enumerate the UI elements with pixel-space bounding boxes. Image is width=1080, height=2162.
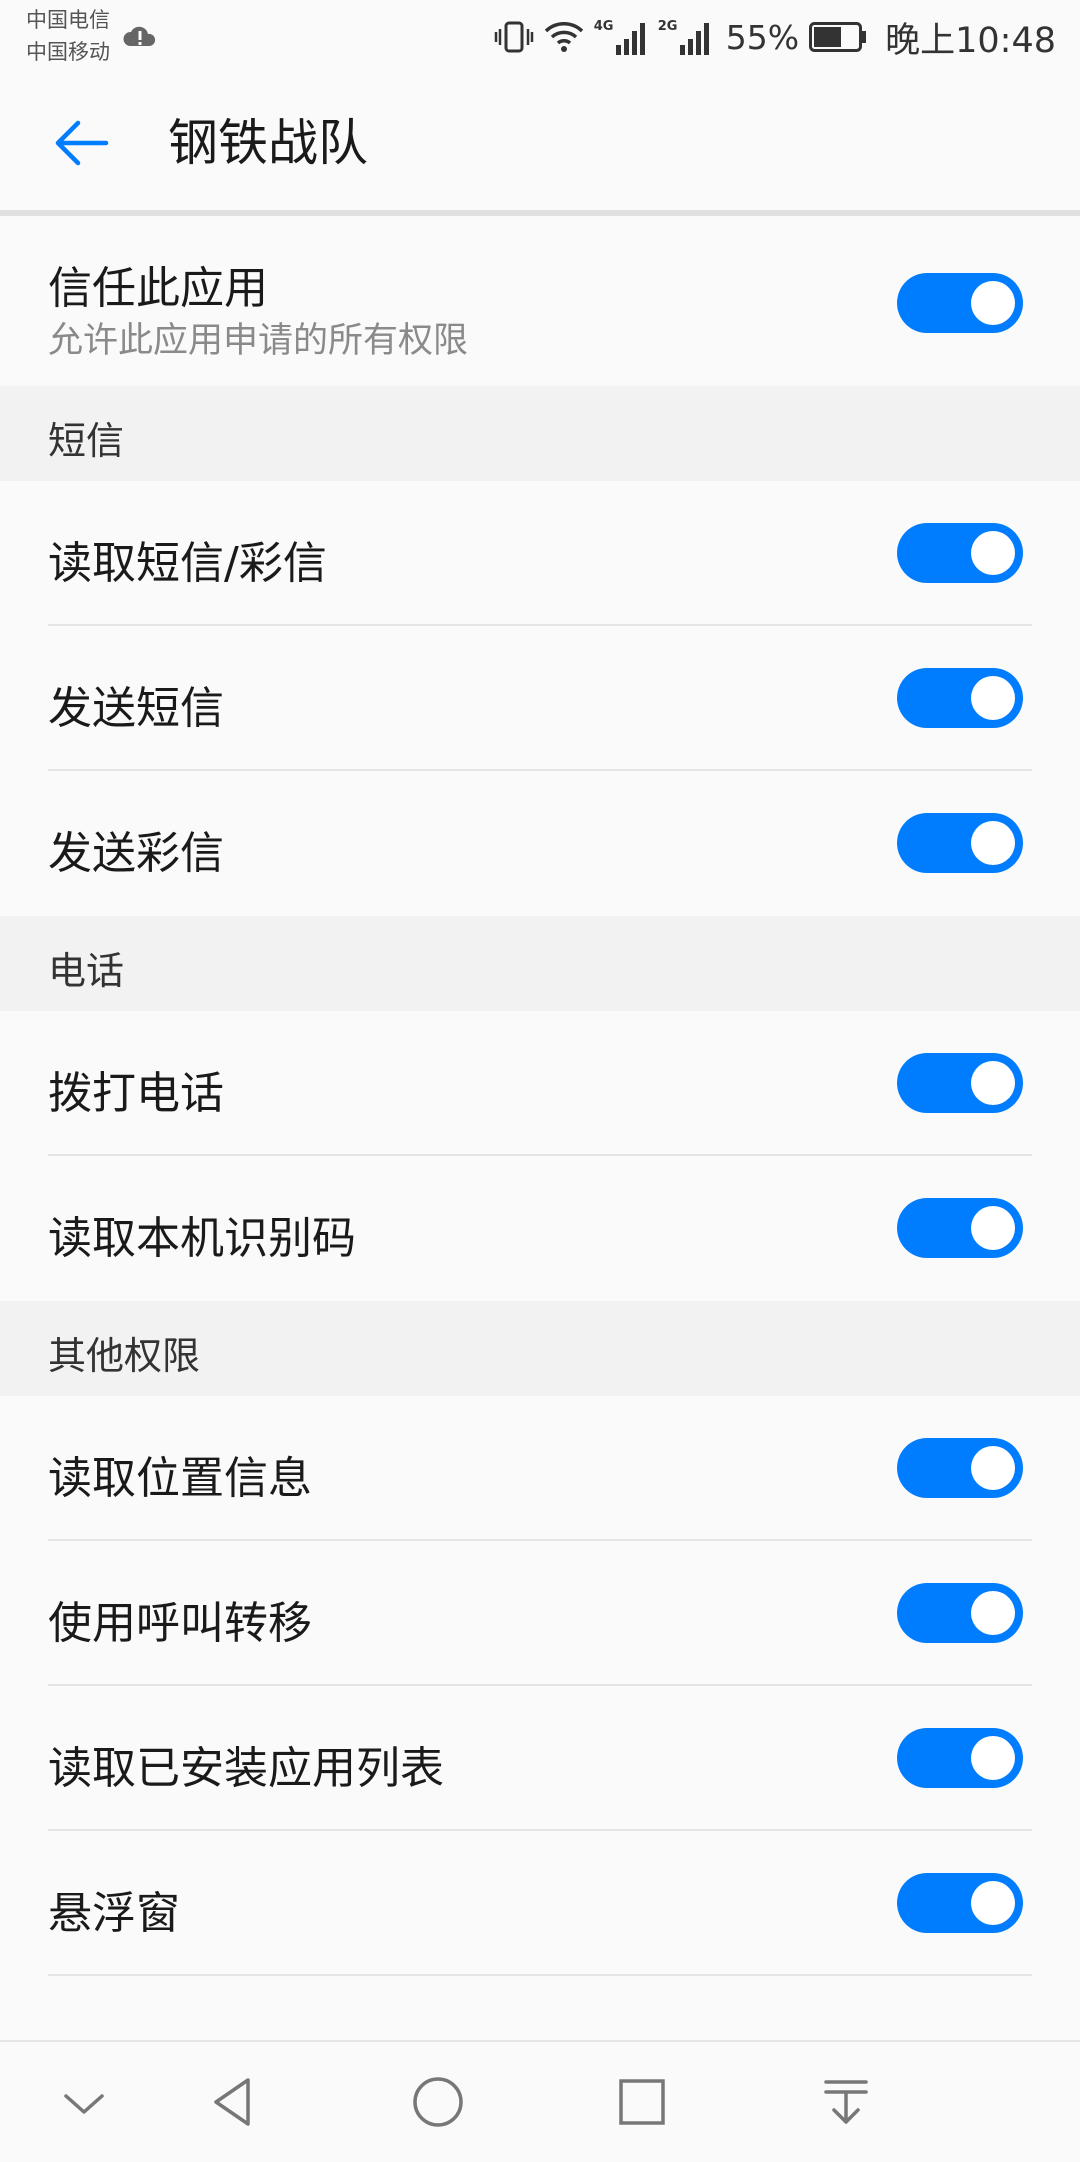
permission-row[interactable]: 读取位置信息 [0, 1396, 1080, 1541]
wifi-icon [544, 22, 583, 52]
toggle-knob [971, 676, 1015, 720]
permission-label: 使用呼叫转移 [48, 1598, 312, 1649]
toggle-knob [971, 1736, 1015, 1780]
permission-toggle[interactable] [897, 668, 1023, 728]
battery-icon [809, 22, 867, 52]
toggle-knob [971, 821, 1015, 865]
permission-label: 读取已安装应用列表 [48, 1743, 444, 1794]
toggle-knob [971, 1881, 1015, 1925]
toggle-knob [971, 281, 1015, 325]
permission-label: 读取位置信息 [48, 1453, 312, 1504]
back-arrow-icon[interactable] [52, 113, 112, 173]
permission-row[interactable]: 读取已安装应用列表 [0, 1686, 1080, 1831]
permission-label: 发送彩信 [48, 828, 224, 879]
permission-toggle[interactable] [897, 1053, 1023, 1113]
section-title: 其他权限 [48, 1334, 201, 1378]
signal-2g: 2G [658, 17, 712, 57]
vibrate-icon [494, 21, 534, 53]
nav-back-icon[interactable] [204, 2072, 264, 2132]
permission-label: 悬浮窗 [48, 1888, 180, 1939]
toggle-knob [971, 531, 1015, 575]
trust-app-row[interactable]: 信任此应用 允许此应用申请的所有权限 [0, 216, 1080, 386]
permission-toggle[interactable] [897, 523, 1023, 583]
permission-toggle[interactable] [897, 1873, 1023, 1933]
permission-label: 读取短信/彩信 [48, 538, 327, 589]
toggle-knob [971, 1591, 1015, 1635]
signal-icon [615, 23, 645, 55]
toggle-knob [971, 1446, 1015, 1490]
divider [48, 1974, 1032, 1976]
carrier-1: 中国电信 [26, 8, 110, 32]
nav-home-icon[interactable] [408, 2072, 468, 2132]
permission-toggle[interactable] [897, 1728, 1023, 1788]
permission-row[interactable]: 读取短信/彩信 [0, 481, 1080, 626]
toggle-knob [971, 1061, 1015, 1105]
system-nav-bar [0, 2040, 1080, 2162]
nav-recents-icon[interactable] [612, 2072, 672, 2132]
permission-label: 发送短信 [48, 683, 224, 734]
clock: 晚上10:48 [885, 20, 1056, 61]
battery-percent: 55% [725, 17, 800, 57]
permission-label: 拨打电话 [48, 1068, 224, 1119]
app-bar: 钢铁战队 [0, 75, 1080, 210]
permission-row[interactable]: 使用呼叫转移 [0, 1541, 1080, 1686]
toggle-knob [971, 1206, 1015, 1250]
trust-app-toggle[interactable] [897, 273, 1023, 333]
carrier-2: 中国移动 [26, 40, 110, 64]
nav-collapse-icon[interactable] [54, 2072, 114, 2132]
permission-label: 读取本机识别码 [48, 1213, 356, 1264]
permission-row[interactable]: 悬浮窗 [0, 1831, 1080, 1976]
permission-row[interactable]: 发送短信 [0, 626, 1080, 771]
permission-toggle[interactable] [897, 813, 1023, 873]
permission-row[interactable]: 发送彩信 [0, 771, 1080, 916]
permission-toggle[interactable] [897, 1583, 1023, 1643]
section-other: 其他权限 [0, 1301, 1080, 1396]
permission-row[interactable]: 读取本机识别码 [0, 1156, 1080, 1301]
section-title: 短信 [48, 419, 125, 463]
cloud-alert-icon [123, 26, 156, 46]
trust-app-subtitle: 允许此应用申请的所有权限 [48, 321, 469, 361]
page-title: 钢铁战队 [168, 114, 368, 172]
signal-4g: 4G [594, 17, 648, 57]
nav-notification-icon[interactable] [816, 2072, 876, 2132]
signal-icon [679, 23, 709, 55]
permission-row[interactable]: 拨打电话 [0, 1011, 1080, 1156]
section-sms: 短信 [0, 386, 1080, 481]
trust-app-label: 信任此应用 [48, 263, 268, 314]
status-bar: 中国电信 中国移动 4G 2G 55% 晚上10:48 [0, 0, 1080, 75]
permission-toggle[interactable] [897, 1198, 1023, 1258]
section-phone: 电话 [0, 916, 1080, 1011]
section-title: 电话 [48, 949, 125, 993]
permission-toggle[interactable] [897, 1438, 1023, 1498]
